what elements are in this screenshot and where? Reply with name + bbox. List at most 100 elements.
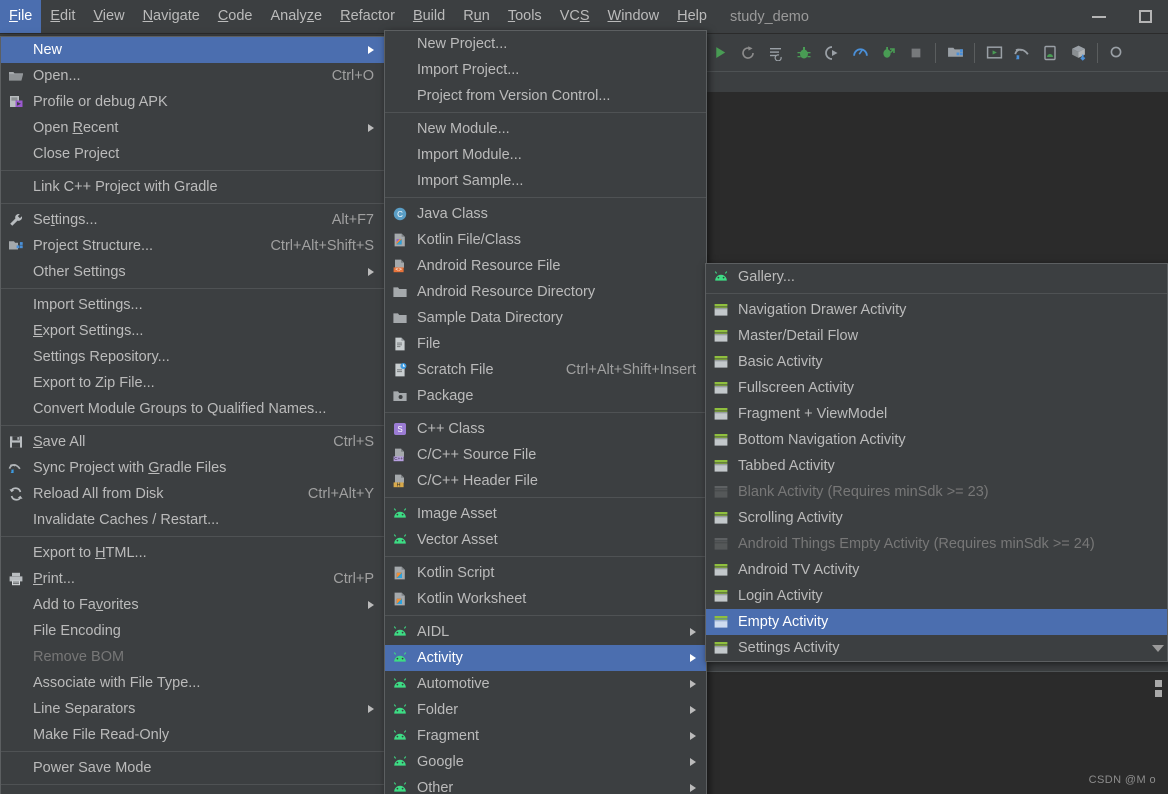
file-menu-item-file-encoding[interactable]: File Encoding [1, 618, 384, 644]
file-menu-item-line-separators[interactable]: Line Separators [1, 696, 384, 722]
activity-menu-item-bottom-navigation-activity[interactable]: Bottom Navigation Activity [706, 427, 1167, 453]
new-menu-item-image-asset[interactable]: Image Asset [385, 501, 706, 527]
activity-menu-item-settings-activity[interactable]: Settings Activity [706, 635, 1167, 661]
file-menu-item-export-to-zip-file[interactable]: Export to Zip File... [1, 370, 384, 396]
new-submenu-popup[interactable]: New Project... Import Project... Project f… [384, 30, 707, 794]
menubar-item-navigate[interactable]: Navigate [134, 0, 209, 33]
menubar-item-window[interactable]: Window [599, 0, 669, 33]
activity-menu-item-android-tv-activity[interactable]: Android TV Activity [706, 557, 1167, 583]
file-menu-item-open[interactable]: Open... Ctrl+O [1, 63, 384, 89]
new-menu-item-automotive[interactable]: Automotive [385, 671, 706, 697]
scroll-down-arrow-icon[interactable] [1151, 645, 1165, 659]
new-menu-item-android-resource-file[interactable]: <> Android Resource File [385, 253, 706, 279]
maximize-button[interactable] [1122, 0, 1168, 33]
new-menu-item-scratch-file[interactable]: Scratch File Ctrl+Alt+Shift+Insert [385, 357, 706, 383]
profiler-icon[interactable] [846, 39, 874, 67]
stop-icon[interactable] [902, 39, 930, 67]
menubar-item-vcs[interactable]: VCS [551, 0, 599, 33]
file-menu-item-close-project[interactable]: Close Project [1, 141, 384, 167]
file-menu-item-invalidate-caches-restart[interactable]: Invalidate Caches / Restart... [1, 507, 384, 533]
menubar-item-help[interactable]: Help [668, 0, 716, 33]
file-menu-item-link-c-project-with-gradle[interactable]: Link C++ Project with Gradle [1, 174, 384, 200]
search-icon[interactable] [1103, 39, 1131, 67]
file-menu-item-save-all[interactable]: Save All Ctrl+S [1, 429, 384, 455]
file-menu-item-settings-repository[interactable]: Settings Repository... [1, 344, 384, 370]
new-menu-item-android-resource-directory[interactable]: Android Resource Directory [385, 279, 706, 305]
file-menu-item-reload-all-from-disk[interactable]: Reload All from Disk Ctrl+Alt+Y [1, 481, 384, 507]
file-menu-item-make-file-read-only[interactable]: Make File Read-Only [1, 722, 384, 748]
new-menu-item-java-class[interactable]: C Java Class [385, 201, 706, 227]
file-menu-popup[interactable]: New Open... Ctrl+O Profile or debug APK Open… [0, 36, 385, 794]
activity-menu-item-basic-activity[interactable]: Basic Activity [706, 349, 1167, 375]
menubar-item-code[interactable]: Code [209, 0, 262, 33]
activity-menu-item-fragment-viewmodel[interactable]: Fragment + ViewModel [706, 401, 1167, 427]
activity-menu-item-scrolling-activity[interactable]: Scrolling Activity [706, 505, 1167, 531]
file-menu-item-exit[interactable]: Exit [1, 788, 384, 794]
new-menu-item-fragment[interactable]: Fragment [385, 723, 706, 749]
menubar-item-file[interactable]: File [0, 0, 42, 33]
menubar-item-analyze[interactable]: Analyze [262, 0, 332, 33]
file-menu-item-other-settings[interactable]: Other Settings [1, 259, 384, 285]
new-menu-item-import-project[interactable]: Import Project... [385, 57, 706, 83]
apply-changes-icon[interactable] [874, 39, 902, 67]
new-menu-item-google[interactable]: Google [385, 749, 706, 775]
sync-gradle-icon[interactable] [1008, 39, 1036, 67]
menubar-item-run[interactable]: Run [454, 0, 499, 33]
file-menu-item-add-to-favorites[interactable]: Add to Favorites [1, 592, 384, 618]
menubar-item-view[interactable]: View [84, 0, 133, 33]
debug-icon[interactable] [790, 39, 818, 67]
new-menu-item-package[interactable]: Package [385, 383, 706, 409]
file-menu-item-import-settings[interactable]: Import Settings... [1, 292, 384, 318]
file-menu-item-profile-or-debug-apk[interactable]: Profile or debug APK [1, 89, 384, 115]
new-menu-item-kotlin-file-class[interactable]: Kotlin File/Class [385, 227, 706, 253]
new-menu-item-project-from-version-control[interactable]: Project from Version Control... [385, 83, 706, 109]
sdk-manager-icon[interactable] [1036, 39, 1064, 67]
run-icon[interactable] [706, 39, 734, 67]
new-menu-item-import-module[interactable]: Import Module... [385, 142, 706, 168]
activity-menu-item-master-detail-flow[interactable]: Master/Detail Flow [706, 323, 1167, 349]
minimize-button[interactable] [1076, 0, 1122, 33]
menubar-item-edit[interactable]: Edit [41, 0, 84, 33]
new-menu-item-c-c-header-file[interactable]: H C/C++ Header File [385, 468, 706, 494]
rerun-icon[interactable] [734, 39, 762, 67]
file-menu-item-convert-module-groups-to-qualified-names[interactable]: Convert Module Groups to Qualified Names… [1, 396, 384, 422]
new-menu-item-new-module[interactable]: New Module... [385, 116, 706, 142]
activity-menu-item-tabbed-activity[interactable]: Tabbed Activity [706, 453, 1167, 479]
activity-menu-item-navigation-drawer-activity[interactable]: Navigation Drawer Activity [706, 297, 1167, 323]
file-menu-item-open-recent[interactable]: Open Recent [1, 115, 384, 141]
new-menu-item-aidl[interactable]: AIDL [385, 619, 706, 645]
file-menu-item-export-to-html[interactable]: Export to HTML... [1, 540, 384, 566]
activity-menu-item-gallery[interactable]: Gallery... [706, 264, 1167, 290]
project-structure-icon[interactable] [941, 39, 969, 67]
new-menu-item-file[interactable]: File [385, 331, 706, 357]
activity-menu-item-login-activity[interactable]: Login Activity [706, 583, 1167, 609]
new-menu-item-other[interactable]: Other [385, 775, 706, 794]
file-menu-item-power-save-mode[interactable]: Power Save Mode [1, 755, 384, 781]
file-menu-item-export-settings[interactable]: Export Settings... [1, 318, 384, 344]
edit-configurations-icon[interactable] [762, 39, 790, 67]
file-menu-item-settings[interactable]: Settings... Alt+F7 [1, 207, 384, 233]
file-menu-item-print[interactable]: Print... Ctrl+P [1, 566, 384, 592]
new-menu-item-import-sample[interactable]: Import Sample... [385, 168, 706, 194]
menubar-item-tools[interactable]: Tools [499, 0, 551, 33]
build-apk-icon[interactable] [1064, 39, 1092, 67]
menubar-item-refactor[interactable]: Refactor [331, 0, 404, 33]
file-menu-item-associate-with-file-type[interactable]: Associate with File Type... [1, 670, 384, 696]
activity-menu-item-fullscreen-activity[interactable]: Fullscreen Activity [706, 375, 1167, 401]
new-menu-item-c-class[interactable]: S C++ Class [385, 416, 706, 442]
new-menu-item-vector-asset[interactable]: Vector Asset [385, 527, 706, 553]
new-menu-item-kotlin-script[interactable]: Kotlin Script [385, 560, 706, 586]
avd-manager-icon[interactable] [980, 39, 1008, 67]
new-menu-item-folder[interactable]: Folder [385, 697, 706, 723]
file-menu-item-sync-project-with-gradle-files[interactable]: Sync Project with Gradle Files [1, 455, 384, 481]
activity-menu-item-empty-activity[interactable]: Empty Activity [706, 609, 1167, 635]
menu-bar[interactable]: File Edit View Navigate Code Analyze Refactor B… [0, 0, 716, 33]
new-menu-item-sample-data-directory[interactable]: Sample Data Directory [385, 305, 706, 331]
new-menu-item-c-c-source-file[interactable]: C++ C/C++ Source File [385, 442, 706, 468]
attach-debugger-icon[interactable] [818, 39, 846, 67]
new-menu-item-new-project[interactable]: New Project... [385, 31, 706, 57]
new-menu-item-activity[interactable]: Activity [385, 645, 706, 671]
file-menu-item-new[interactable]: New [1, 37, 384, 63]
window-controls[interactable] [1076, 0, 1168, 33]
file-menu-item-project-structure[interactable]: Project Structure... Ctrl+Alt+Shift+S [1, 233, 384, 259]
